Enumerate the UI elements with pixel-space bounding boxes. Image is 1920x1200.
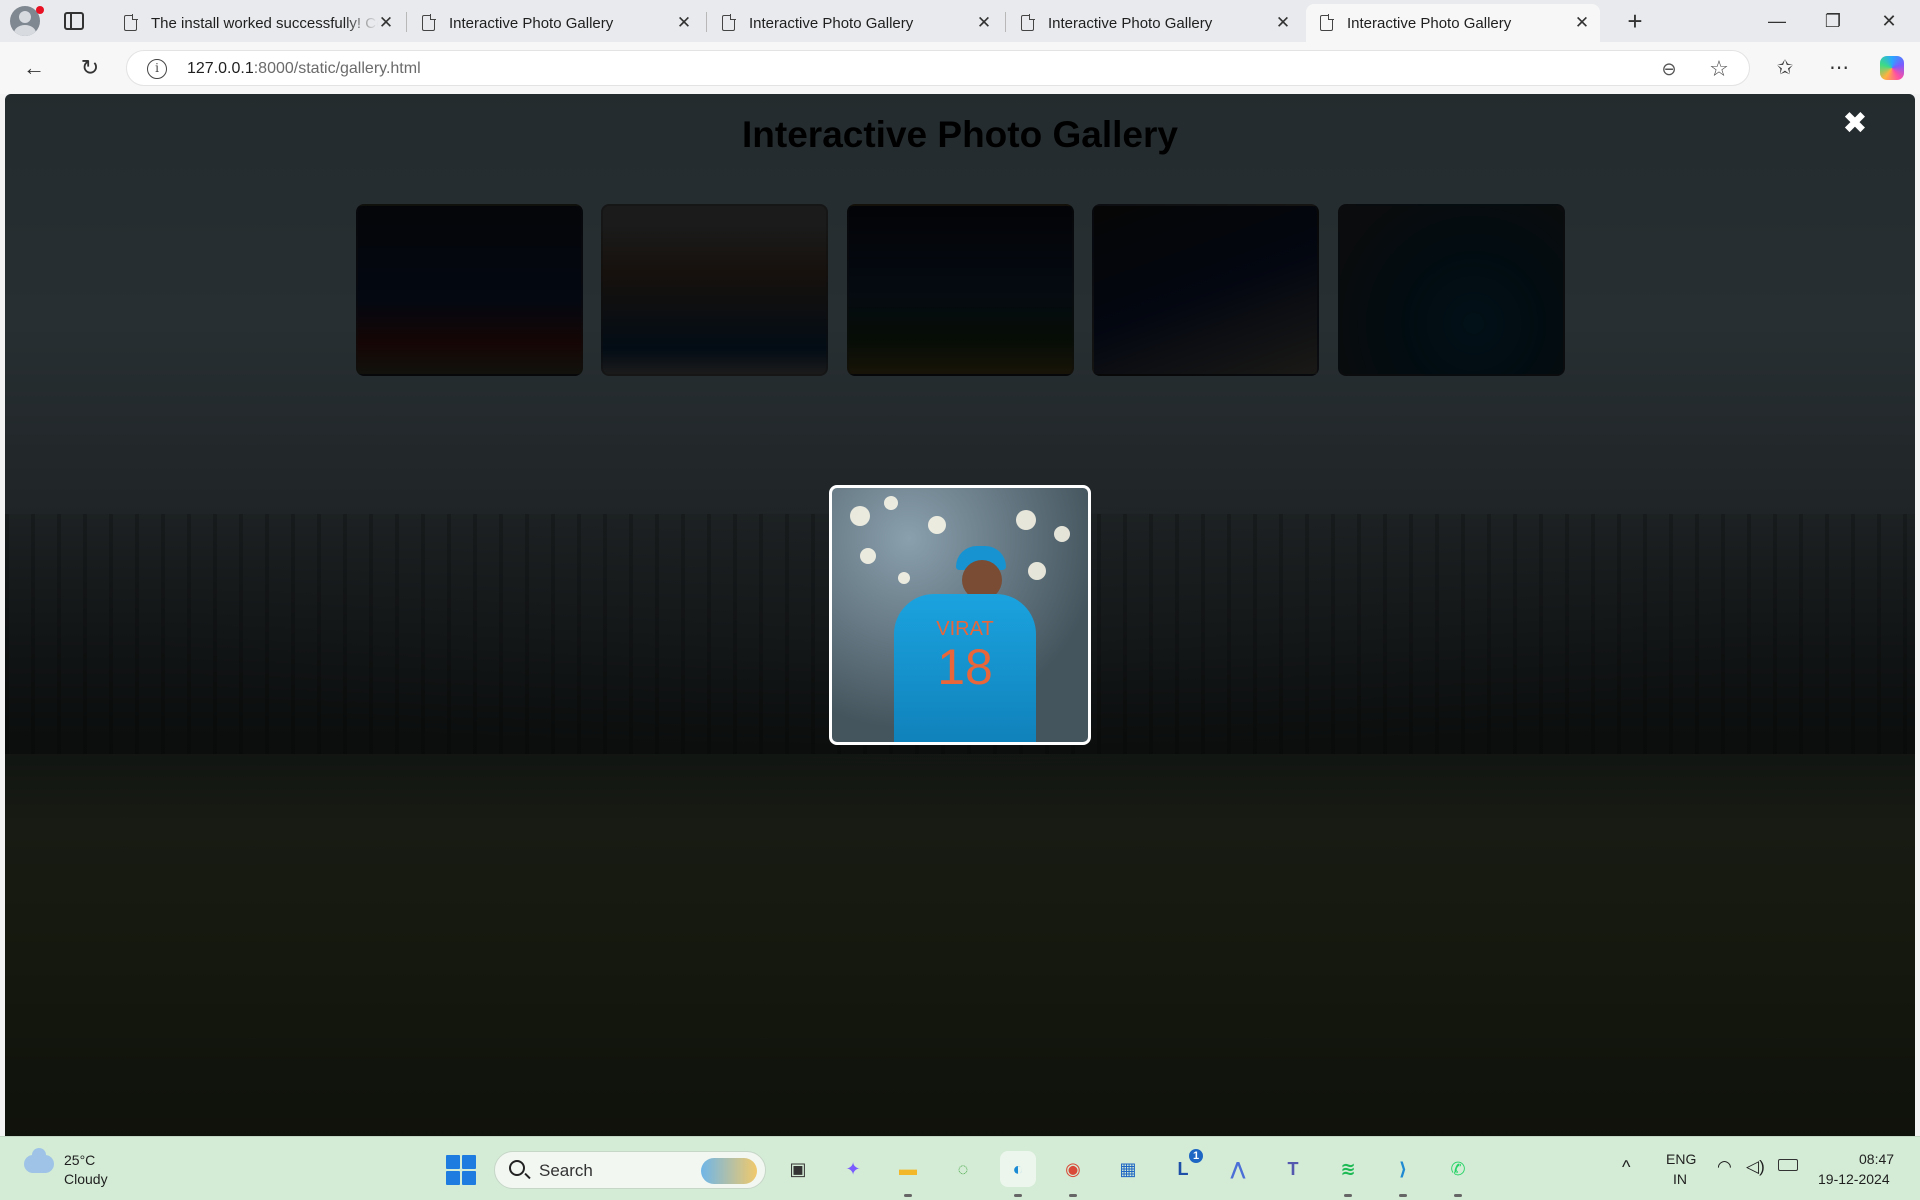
url-path: :8000/static/gallery.html — [253, 60, 421, 77]
tab-title: Interactive Photo Gallery — [449, 14, 614, 32]
navigation-bar: ← ↻ i 127.0.0.1:8000/static/gallery.html… — [0, 42, 1920, 94]
reload-button[interactable]: ↻ — [72, 50, 108, 86]
edge-icon[interactable]: ◐ — [1000, 1151, 1036, 1197]
taskbar: 25°C Cloudy Search ▣ ✦ ▬ ◌ ◐ ◉ ▦ L 1 ⋀ T ≋ ⟩ ✆ ^ ENG … — [0, 1136, 1920, 1200]
back-button[interactable]: ← — [16, 50, 52, 86]
bokeh-light — [1016, 510, 1036, 530]
page-viewport: Interactive Photo Gallery ✖ VIRAT 18 — [5, 94, 1915, 1136]
jersey-number: 18 — [937, 639, 993, 695]
bokeh-light — [850, 506, 870, 526]
file-explorer-icon[interactable]: ▬ — [890, 1151, 926, 1197]
task-view-icon[interactable]: ▣ — [780, 1151, 816, 1187]
address-bar[interactable]: i 127.0.0.1:8000/static/gallery.html ⊖ ☆ — [126, 50, 1750, 86]
tab-separator — [706, 12, 707, 32]
new-tab-button[interactable]: + — [1620, 4, 1650, 38]
page-icon — [1021, 14, 1035, 31]
language-indicator-top[interactable]: ENG — [1666, 1151, 1696, 1167]
bokeh-light — [1028, 562, 1046, 580]
settings-more-icon[interactable]: ⋯ — [1821, 50, 1857, 86]
running-indicator — [1344, 1194, 1352, 1197]
search-highlight-image — [701, 1158, 757, 1184]
minimize-button[interactable]: — — [1754, 4, 1800, 38]
copilot-app-icon[interactable]: ✦ — [835, 1151, 871, 1187]
volume-icon[interactable]: ◁) — [1746, 1157, 1765, 1177]
running-indicator — [1069, 1194, 1077, 1197]
tab-gallery-active[interactable]: Interactive Photo Gallery ✕ — [1306, 4, 1600, 42]
zoom-out-icon[interactable]: ⊖ — [1657, 57, 1681, 81]
tab-separator — [1005, 12, 1006, 32]
tab-close-icon[interactable]: ✕ — [976, 13, 992, 33]
page-icon — [1320, 14, 1334, 31]
page-title: Interactive Photo Gallery — [742, 114, 1178, 155]
bokeh-light — [860, 548, 876, 564]
search-icon — [509, 1160, 525, 1176]
l-app-icon[interactable]: L1 — [1165, 1147, 1205, 1187]
tab-actions-icon[interactable] — [64, 12, 84, 30]
search-placeholder: Search — [539, 1161, 593, 1180]
running-indicator — [1454, 1194, 1462, 1197]
page-icon — [722, 14, 736, 31]
tab-gallery-2[interactable]: Interactive Photo Gallery ✕ — [708, 4, 1002, 42]
weather-description[interactable]: Cloudy — [64, 1171, 108, 1187]
tab-title: The install worked successfully! Co — [151, 14, 378, 32]
notification-dot — [36, 6, 44, 14]
enlarged-photo[interactable]: VIRAT 18 — [829, 485, 1091, 745]
tab-gallery-1[interactable]: Interactive Photo Gallery ✕ — [408, 4, 702, 42]
battery-icon[interactable] — [1778, 1159, 1798, 1171]
tab-gallery-3[interactable]: Interactive Photo Gallery ✕ — [1007, 4, 1301, 42]
wifi-icon[interactable]: ◠ — [1717, 1157, 1732, 1177]
favorite-star-icon[interactable]: ☆ — [1705, 55, 1733, 83]
copilot-icon[interactable] — [1880, 56, 1904, 80]
tab-title: Interactive Photo Gallery — [1048, 14, 1213, 32]
start-button[interactable] — [446, 1155, 476, 1185]
tab-close-icon[interactable]: ✕ — [1574, 13, 1590, 33]
tab-title: Interactive Photo Gallery — [749, 14, 914, 32]
show-hidden-icons-chevron-icon[interactable]: ^ — [1622, 1157, 1630, 1178]
teams-icon[interactable]: T — [1275, 1151, 1311, 1187]
spotify-icon[interactable]: ≋ — [1330, 1151, 1366, 1197]
store-icon[interactable]: ▦ — [1110, 1151, 1146, 1187]
running-indicator — [1014, 1194, 1022, 1197]
whatsapp-icon[interactable]: ✆ — [1440, 1151, 1476, 1197]
close-window-button[interactable]: ✕ — [1866, 4, 1912, 38]
running-indicator — [904, 1194, 912, 1197]
chrome-icon[interactable]: ◉ — [1055, 1151, 1091, 1197]
vscode-icon[interactable]: ⟩ — [1385, 1151, 1421, 1197]
tab-close-icon[interactable]: ✕ — [378, 13, 394, 33]
tab-install[interactable]: The install worked successfully! Co ✕ — [110, 4, 404, 42]
favorites-icon[interactable]: ✩ — [1767, 50, 1803, 86]
bokeh-light — [1054, 526, 1070, 542]
tab-strip: The install worked successfully! Co ✕ In… — [0, 0, 1920, 42]
weather-temperature[interactable]: 25°C — [64, 1152, 95, 1168]
tab-close-icon[interactable]: ✕ — [1275, 13, 1291, 33]
notification-badge: 1 — [1187, 1147, 1205, 1165]
cursor-ring-icon[interactable]: ◌ — [945, 1151, 981, 1187]
cloud-icon[interactable] — [24, 1148, 54, 1173]
language-indicator-bottom[interactable]: IN — [1673, 1171, 1687, 1187]
site-info-icon[interactable]: i — [147, 59, 167, 79]
page-icon — [422, 14, 436, 31]
clock-date[interactable]: 19-12-2024 — [1818, 1171, 1890, 1187]
bokeh-light — [884, 496, 898, 510]
bokeh-light — [928, 516, 946, 534]
page-icon — [124, 14, 138, 31]
close-modal-button[interactable]: ✖ — [1841, 109, 1869, 139]
url-text[interactable]: 127.0.0.1:8000/static/gallery.html — [187, 60, 421, 78]
clock-time[interactable]: 08:47 — [1859, 1151, 1894, 1167]
tab-close-icon[interactable]: ✕ — [676, 13, 692, 33]
running-indicator — [1399, 1194, 1407, 1197]
tab-separator — [406, 12, 407, 32]
url-host: 127.0.0.1 — [187, 60, 254, 77]
restore-button[interactable]: ❐ — [1810, 4, 1856, 38]
arc-app-icon[interactable]: ⋀ — [1220, 1151, 1256, 1187]
tab-title: Interactive Photo Gallery — [1347, 14, 1512, 32]
taskbar-search[interactable]: Search — [494, 1151, 766, 1189]
bokeh-light — [898, 572, 910, 584]
player-jersey: VIRAT 18 — [894, 594, 1036, 742]
